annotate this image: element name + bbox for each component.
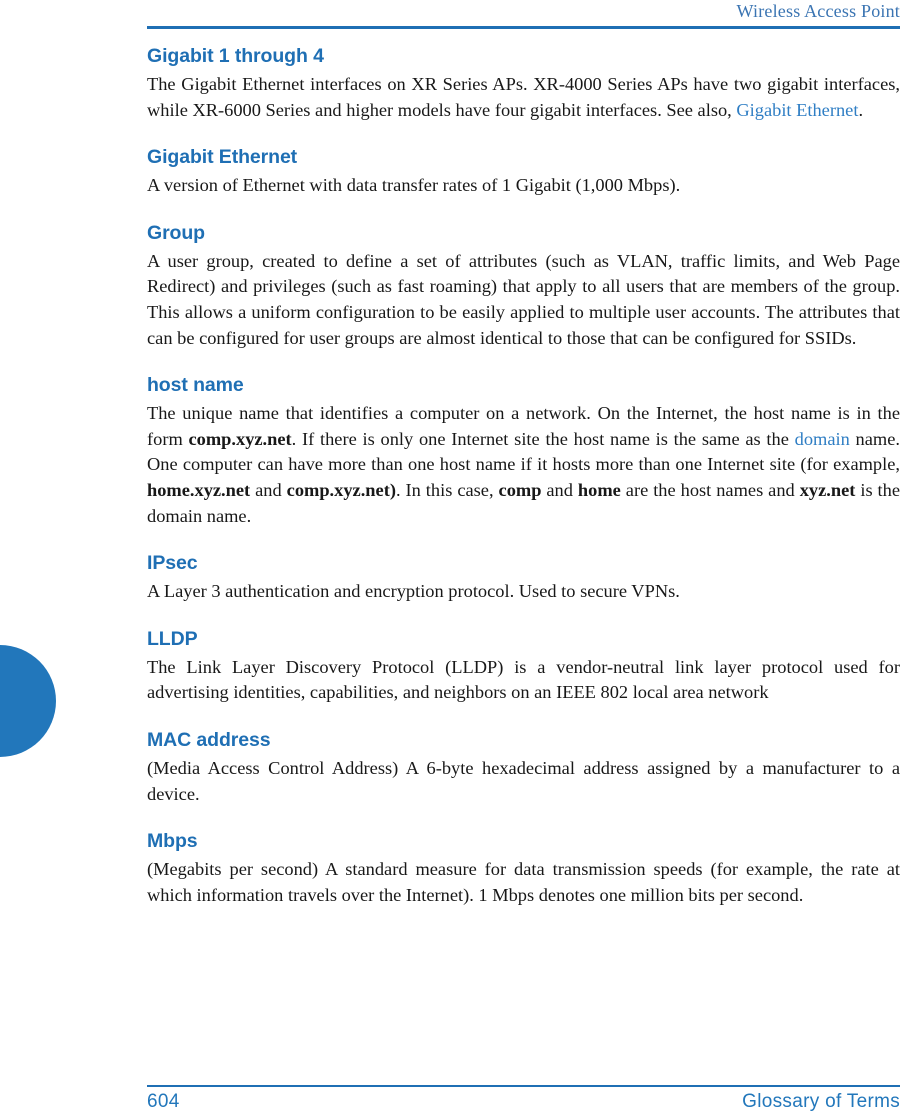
definition-text: .	[858, 99, 864, 120]
cross-reference-link[interactable]: domain	[795, 429, 850, 449]
definition-text: are the host names and	[620, 479, 800, 500]
glossary-entry: IPsec A Layer 3 authentication and encryp…	[147, 551, 900, 605]
definition-text: A version of Ethernet with data transfer…	[147, 175, 681, 196]
footer-page-number: 604	[147, 1091, 180, 1112]
emphasis-text: comp.xyz.net	[188, 428, 292, 449]
glossary-entry: MAC address (Media Access Control Address…	[147, 728, 900, 807]
glossary-term-heading: IPsec	[147, 552, 198, 575]
glossary-entry: Group A user group, created to define a s…	[147, 221, 900, 351]
glossary-entry: Gigabit Ethernet A version of Ethernet wi…	[147, 145, 900, 199]
emphasis-text: comp	[498, 479, 542, 500]
definition-text: A user group, created to define a set of…	[147, 250, 900, 348]
definition-text: (Media Access Control Address) A 6-byte …	[147, 757, 900, 804]
definition-text: The Link Layer Discovery Protocol (LLDP)…	[147, 656, 900, 703]
glossary-definition-paragraph: (Megabits per second) A standard measure…	[147, 857, 900, 908]
glossary-definition-paragraph: The Gigabit Ethernet interfaces on XR Se…	[147, 72, 900, 123]
glossary-entry: LLDP The Link Layer Discovery Protocol (L…	[147, 627, 900, 706]
emphasis-text: home	[577, 479, 621, 500]
header-divider-rule	[147, 26, 900, 29]
page-footer: 604 Glossary of Terms	[147, 1090, 900, 1114]
glossary-definition-paragraph: (Media Access Control Address) A 6-byte …	[147, 756, 900, 807]
cross-reference-link[interactable]: Gigabit Ethernet	[736, 100, 858, 120]
glossary-term-heading: Group	[147, 221, 205, 244]
definition-text: and	[250, 479, 287, 500]
glossary-definition-paragraph: The unique name that identifies a comput…	[147, 401, 900, 529]
glossary-definition-paragraph: A Layer 3 authentication and encryption …	[147, 579, 900, 605]
emphasis-text: home.xyz.net	[147, 479, 251, 500]
glossary-term-heading: MAC address	[147, 728, 271, 751]
glossary-entry: Mbps (Megabits per second) A standard mea…	[147, 829, 900, 908]
emphasis-text: xyz.net	[799, 479, 856, 500]
glossary-definition-paragraph: A version of Ethernet with data transfer…	[147, 173, 900, 199]
footer-section-name: Glossary of Terms	[742, 1091, 900, 1112]
definition-text: and	[541, 479, 578, 500]
definition-text: (Megabits per second) A standard measure…	[147, 859, 900, 905]
glossary-term-heading: Mbps	[147, 830, 198, 853]
glossary-entry: Gigabit 1 through 4 The Gigabit Ethernet …	[147, 44, 900, 123]
glossary-entry: host name The unique name that identifies…	[147, 373, 900, 529]
definition-text: A Layer 3 authentication and encryption …	[147, 581, 680, 602]
page-edge-bookmark-tab	[0, 645, 56, 757]
glossary-term-heading: host name	[147, 374, 244, 397]
definition-text: . In this case,	[395, 479, 499, 500]
document-page: Wireless Access Point Gigabit 1 through …	[0, 0, 901, 1114]
definition-text: . If there is only one Internet site the…	[291, 428, 795, 449]
emphasis-text: comp.xyz.net)	[286, 479, 396, 500]
running-header-title: Wireless Access Point	[736, 1, 900, 21]
glossary-term-heading: LLDP	[147, 627, 198, 650]
glossary-definition-paragraph: The Link Layer Discovery Protocol (LLDP)…	[147, 655, 900, 706]
footer-divider-rule	[147, 1085, 900, 1087]
glossary-term-heading: Gigabit Ethernet	[147, 146, 298, 169]
glossary-entries-column: Gigabit 1 through 4 The Gigabit Ethernet …	[147, 40, 900, 930]
glossary-term-heading: Gigabit 1 through 4	[147, 45, 324, 67]
glossary-definition-paragraph: A user group, created to define a set of…	[147, 249, 900, 351]
